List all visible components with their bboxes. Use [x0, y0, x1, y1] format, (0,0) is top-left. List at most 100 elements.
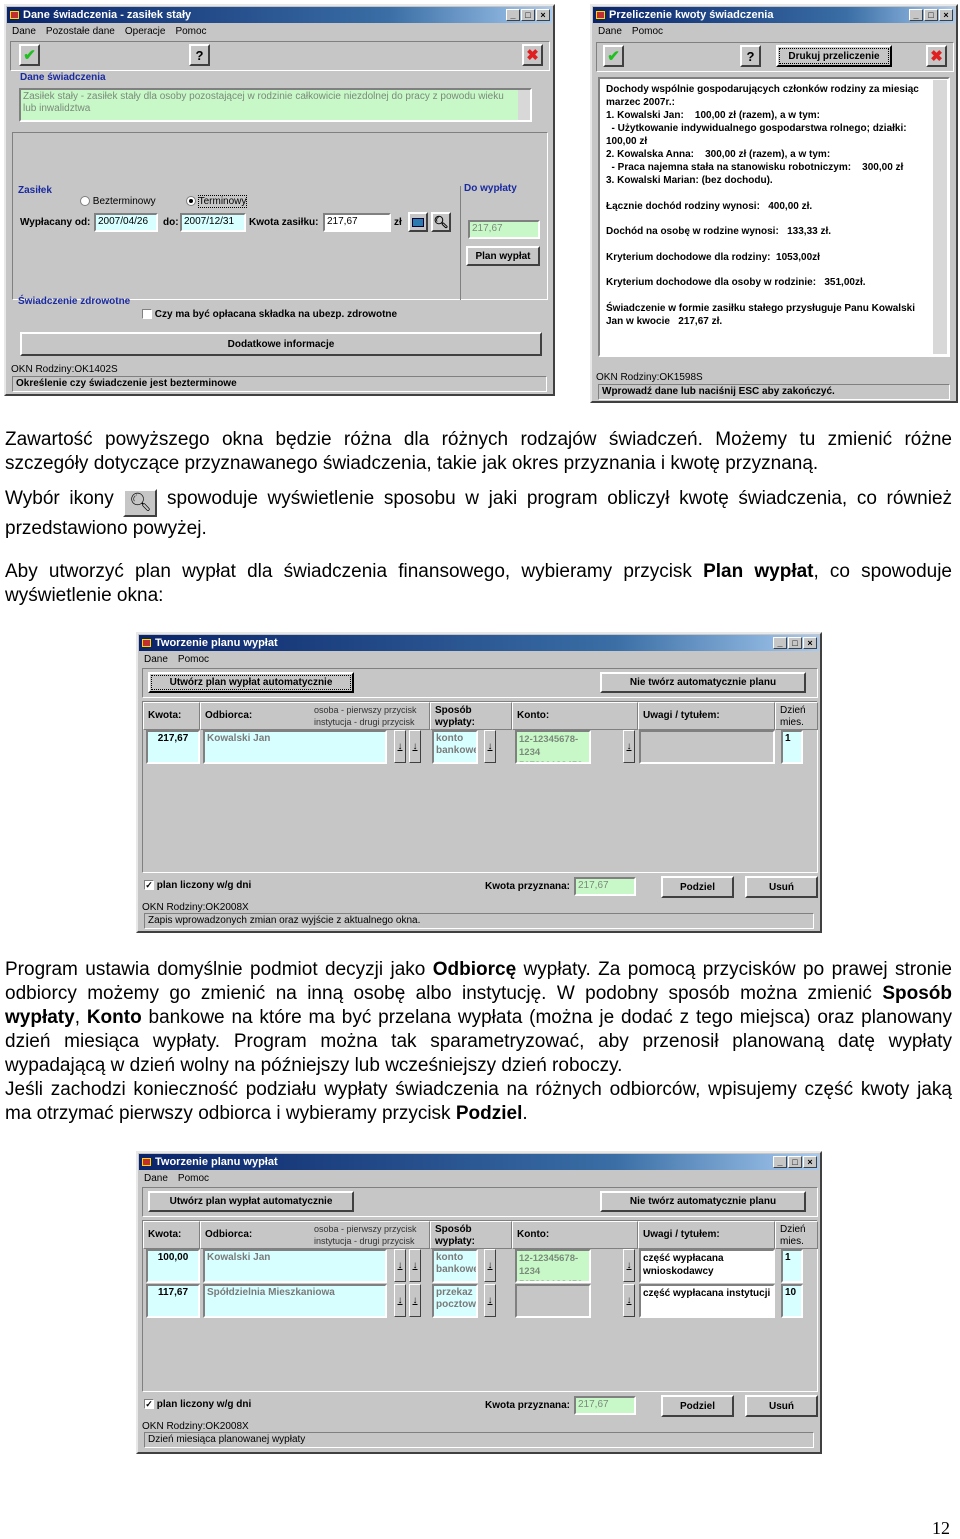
radio-circle[interactable]: [186, 196, 196, 207]
show-calculation-button[interactable]: 🔍︎: [431, 212, 451, 232]
select-konto-button[interactable]: ↓: [623, 1249, 635, 1282]
date-to-input[interactable]: 2007/12/31: [180, 213, 246, 232]
menu-pomoc[interactable]: Pomoc: [178, 654, 209, 665]
menu-dane[interactable]: Dane: [12, 26, 36, 37]
uwagi-cell[interactable]: część wypłacana instytucji: [639, 1284, 775, 1318]
konto-cell[interactable]: [515, 1284, 591, 1318]
odbiorca-hint: osoba - pierwszy przycisk instytucja - dr…: [314, 1223, 417, 1247]
select-sposob-button[interactable]: ↓: [484, 1249, 496, 1282]
close-button[interactable]: ×: [536, 9, 550, 21]
konto-cell[interactable]: 12-12345678-1234 567890123456: [515, 730, 591, 764]
odbiorca-cell[interactable]: Spółdzielnia Mieszkaniowa: [203, 1284, 387, 1318]
plan-by-days-checkbox[interactable]: ✓ plan liczony w/g dni: [144, 1399, 251, 1410]
paragraph-icon-text: Wybór ikony 🔍︎ spowoduje wyświetlenie sp…: [5, 487, 952, 541]
checkbox[interactable]: ✓: [144, 1399, 154, 1410]
konto-cell[interactable]: 12-12345678-1234 567890123456: [515, 1249, 591, 1283]
select-konto-button[interactable]: ↓: [623, 1284, 635, 1317]
odbiorca-cell[interactable]: Kowalski Jan: [203, 730, 387, 764]
menu-dane[interactable]: Dane: [144, 1173, 168, 1184]
kwota-cell[interactable]: 217,67: [146, 730, 200, 764]
select-person-button[interactable]: ↓: [394, 730, 406, 763]
unit-label: zł: [394, 217, 402, 228]
dzien-cell[interactable]: 10: [781, 1284, 803, 1318]
select-institution-button[interactable]: ↓: [409, 1284, 421, 1317]
radio-terminowy[interactable]: Terminowy: [186, 195, 248, 208]
dzien-cell[interactable]: 1: [781, 1249, 803, 1283]
radio-circle[interactable]: [80, 196, 90, 207]
menu-pomoc[interactable]: Pomoc: [632, 26, 663, 37]
select-person-button[interactable]: ↓: [394, 1249, 406, 1282]
kwota-cell[interactable]: 100,00: [146, 1249, 200, 1283]
description-scrollbar[interactable]: [518, 90, 530, 120]
select-person-button[interactable]: ↓: [394, 1284, 406, 1317]
uwagi-cell[interactable]: część wypłacana wnioskodawcy: [639, 1249, 775, 1283]
help-button[interactable]: ?: [189, 44, 210, 66]
close-button[interactable]: ×: [939, 9, 953, 21]
select-sposob-button[interactable]: ↓: [484, 1284, 496, 1317]
checkbox[interactable]: [142, 309, 152, 320]
radio-bezterminowy[interactable]: Bezterminowy: [80, 196, 156, 207]
podziel-button[interactable]: Podziel: [661, 1395, 734, 1417]
maximize-button[interactable]: □: [521, 9, 535, 21]
sposob-cell[interactable]: konto bankowe: [432, 730, 478, 764]
menu-pozostale-dane[interactable]: Pozostałe dane: [46, 26, 115, 37]
menu-operacje[interactable]: Operacje: [125, 26, 166, 37]
usun-button[interactable]: Usuń: [745, 876, 818, 898]
dzien-cell[interactable]: 1: [781, 730, 803, 764]
menu-pomoc[interactable]: Pomoc: [178, 1173, 209, 1184]
plan-by-days-checkbox[interactable]: ✓ plan liczony w/g dni: [144, 880, 251, 891]
kwota-cell[interactable]: 117,67: [146, 1284, 200, 1318]
cancel-button[interactable]: ✖: [522, 44, 543, 66]
magnifier-icon: 🔍︎: [123, 489, 158, 517]
odbiorca-cell[interactable]: Kowalski Jan: [203, 1249, 387, 1283]
minimize-button[interactable]: _: [773, 637, 787, 649]
minimize-button[interactable]: _: [773, 1156, 787, 1168]
cancel-button[interactable]: ✖: [926, 45, 947, 67]
no-auto-plan-button[interactable]: Nie twórz automatycznie planu: [600, 672, 806, 693]
calculation-line: [606, 264, 932, 277]
usun-button[interactable]: Usuń: [745, 1395, 818, 1417]
date-from-input[interactable]: 2007/04/26: [94, 213, 158, 232]
menu-pomoc[interactable]: Pomoc: [175, 26, 206, 37]
calculation-text[interactable]: Dochody wspólnie gospodarujących członkó…: [598, 77, 950, 357]
menu-dane[interactable]: Dane: [598, 26, 622, 37]
maximize-button[interactable]: □: [788, 637, 802, 649]
maximize-button[interactable]: □: [924, 9, 938, 21]
health-insurance-checkbox[interactable]: Czy ma być opłacana składka na ubezp. zd…: [142, 309, 397, 320]
no-auto-plan-button[interactable]: Nie twórz automatycznie planu: [600, 1191, 806, 1212]
maximize-button[interactable]: □: [788, 1156, 802, 1168]
calculator-button[interactable]: [408, 212, 428, 232]
paragraph-2: Aby utworzyć plan wypłat dla świadczenia…: [5, 560, 952, 608]
confirm-button[interactable]: ✔: [603, 45, 624, 67]
print-calculation-button[interactable]: Drukuj przeliczenie: [776, 45, 892, 67]
amount-input[interactable]: 217,67: [323, 213, 391, 232]
checkbox[interactable]: ✓: [144, 880, 154, 891]
plan-wyplat-button[interactable]: Plan wypłat: [466, 246, 540, 266]
select-sposob-button[interactable]: ↓: [484, 730, 496, 763]
calculation-line: - Użytkowanie indywidualnego gospodarstw…: [606, 123, 907, 134]
select-konto-button[interactable]: ↓: [623, 730, 635, 763]
sposob-cell[interactable]: przekaz pocztowy: [432, 1284, 478, 1318]
podziel-button[interactable]: Podziel: [661, 876, 734, 898]
sposob-cell[interactable]: konto bankowe: [432, 1249, 478, 1283]
auto-plan-button[interactable]: Utwórz plan wypłat automatycznie: [148, 672, 354, 693]
arrow-down-icon: ↓: [397, 1260, 403, 1271]
checkmark-icon: ✔: [607, 48, 620, 65]
status-bar: Wprowadź dane lub naciśnij ESC aby zakoń…: [598, 384, 950, 400]
auto-plan-button[interactable]: Utwórz plan wypłat automatycznie: [148, 1191, 354, 1212]
close-button[interactable]: ×: [803, 1156, 817, 1168]
description-field[interactable]: Zasiłek stały - zasiłek stały dla osoby …: [19, 88, 532, 122]
confirm-button[interactable]: ✔: [19, 44, 40, 66]
toolbar: [10, 41, 550, 71]
close-button[interactable]: ×: [803, 637, 817, 649]
help-button[interactable]: ?: [740, 45, 761, 67]
calculation-scrollbar[interactable]: [933, 80, 947, 354]
select-institution-button[interactable]: ↓: [409, 730, 421, 763]
select-institution-button[interactable]: ↓: [409, 1249, 421, 1282]
minimize-button[interactable]: _: [506, 9, 520, 21]
uwagi-cell[interactable]: [639, 730, 775, 764]
minimize-button[interactable]: _: [909, 9, 923, 21]
dodatkowe-informacje-button[interactable]: Dodatkowe informacje: [20, 332, 542, 356]
menu-dane[interactable]: Dane: [144, 654, 168, 665]
hint: instytucja - drugi przycisk: [314, 1236, 415, 1246]
